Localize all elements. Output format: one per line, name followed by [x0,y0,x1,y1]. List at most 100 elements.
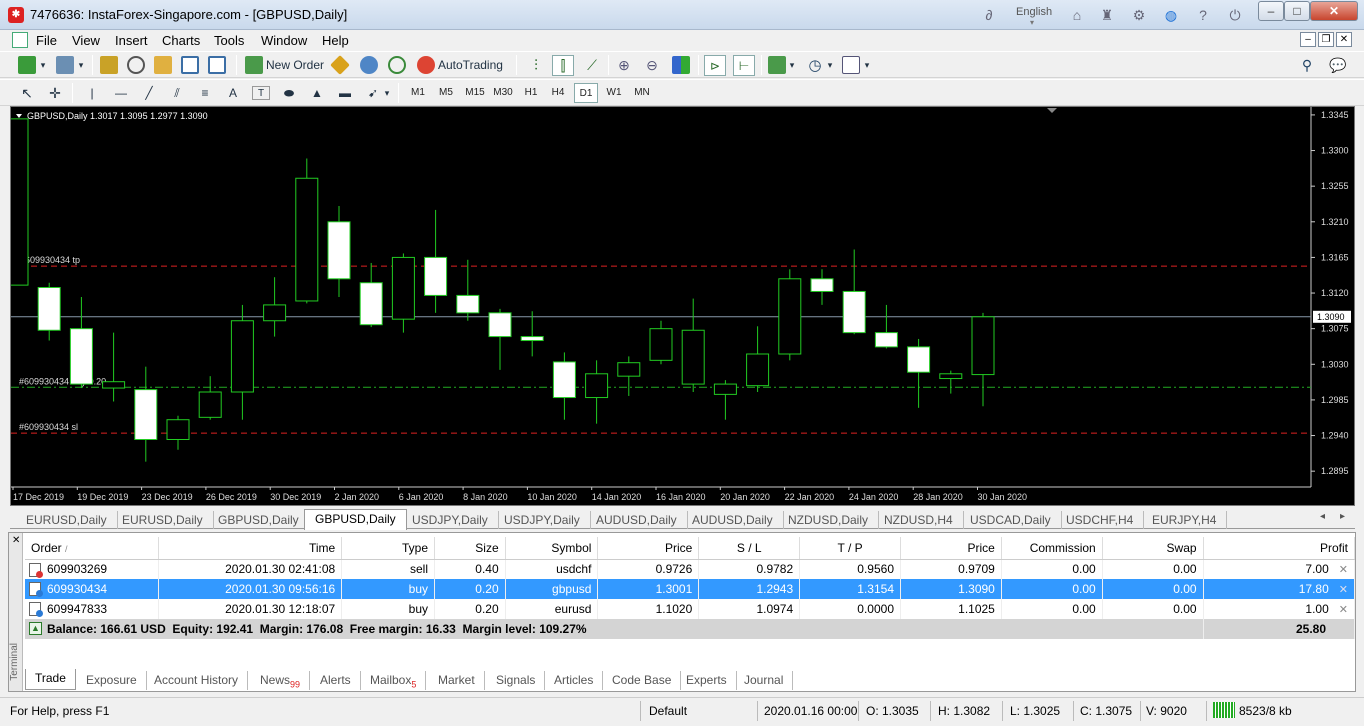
candlestick-chart-icon[interactable]: ⫿ [552,55,574,76]
column-header[interactable]: T / P [799,537,901,560]
tile-windows-icon[interactable] [672,56,690,74]
chart-tab[interactable]: USDCAD,Daily [960,511,1062,529]
window-close-button[interactable]: ✕ [1310,1,1358,21]
tab-scroll-right-icon[interactable]: ▸ [1340,511,1345,522]
column-header[interactable]: Order / [25,537,159,560]
autotrading-button[interactable]: AutoTrading [438,55,510,76]
timeframe-h1[interactable]: H1 [519,83,543,103]
terminal-tab[interactable]: Exposure [77,671,147,690]
metaeditor-icon[interactable] [330,55,350,75]
timeframe-m15[interactable]: M15 [462,83,488,103]
mdi-close-button[interactable]: ✕ [1336,32,1352,47]
terminal-tab[interactable]: Market [429,671,485,690]
community-icon[interactable] [360,56,378,74]
menu-tools[interactable]: Tools [214,33,244,48]
help-icon[interactable]: ? [1194,6,1212,24]
equidistant-channel-icon[interactable]: ⫽ [168,83,186,104]
timeframe-m1[interactable]: M1 [406,83,430,103]
language-selector[interactable]: English [1016,6,1052,18]
chart-window-icon[interactable] [12,32,28,48]
column-header[interactable]: Size [434,537,506,560]
chart-tab[interactable]: AUDUSD,Daily [586,511,688,529]
data-window-icon[interactable] [154,56,172,74]
menu-file[interactable]: File [36,33,57,48]
triangle-icon[interactable]: ▲ [308,83,326,104]
close-order-icon[interactable]: ✕ [1339,584,1348,596]
hat-icon[interactable]: ⌂ [1068,6,1086,24]
chart-tab[interactable]: USDJPY,Daily [494,511,591,529]
timeframe-m30[interactable]: M30 [490,83,516,103]
signals-icon[interactable] [388,56,406,74]
chart-tab[interactable]: AUDUSD,Daily [682,511,784,529]
new-chart-icon[interactable] [18,56,36,74]
language-dropdown-icon[interactable]: ▾ [1030,18,1034,27]
column-header[interactable]: Price [597,537,700,560]
rectangle-icon[interactable]: ▬ [336,83,354,104]
terminal-tab[interactable]: Articles [545,671,604,690]
order-row[interactable]: 609903269 2020.01.30 02:41:08 sell 0.40 usdc… [25,559,1356,579]
ellipse-icon[interactable]: ⬬ [280,83,298,104]
vertical-line-icon[interactable]: | [84,83,100,104]
trophy-icon[interactable]: ♜ [1098,6,1116,24]
line-chart-icon[interactable]: ⟋ [582,55,602,76]
settings-gear-icon[interactable]: ⚙ [1130,6,1148,24]
cursor-icon[interactable]: ↖ [18,83,36,104]
terminal-tab[interactable]: Mailbox5 [361,671,427,690]
chart-tab[interactable]: EURUSD,Daily [112,511,214,529]
new-order-button[interactable]: New Order [266,55,326,76]
timeframe-h4[interactable]: H4 [546,83,570,103]
zoom-out-icon[interactable]: ⊖ [642,55,662,76]
chart-tab[interactable]: USDJPY,Daily [402,511,499,529]
indicators-dropdown-icon[interactable]: ▾ [787,55,797,76]
terminal-tab[interactable]: Experts [677,671,737,690]
menu-charts[interactable]: Charts [162,33,200,48]
indicators-icon[interactable] [768,56,786,74]
terminal-close-icon[interactable]: ✕ [12,535,20,546]
arrows-icon[interactable]: ➹ [364,83,382,104]
fibonacci-icon[interactable]: ≡ [196,83,214,104]
chat-icon[interactable]: 💬 [1326,55,1350,76]
close-order-icon[interactable]: ✕ [1339,604,1348,616]
search-icon[interactable]: ⚲ [1297,55,1317,76]
terminal-tab[interactable]: Alerts [311,671,361,690]
tab-scroll-left-icon[interactable]: ◂ [1320,511,1325,522]
periods-clock-icon[interactable]: ◷ [805,55,825,76]
chart-shift-icon[interactable]: ⊢ [733,55,755,76]
autoscroll-icon[interactable]: ⊳ [704,55,726,76]
profiles-icon[interactable] [56,56,74,74]
timeframe-d1[interactable]: D1 [574,83,598,103]
candlestick-chart-svg[interactable]: 1.3345 1.3300 1.3255 1.3210 1.3165 1.3120 1.30… [11,107,1356,507]
timeframe-m5[interactable]: M5 [434,83,458,103]
profiles-dropdown-icon[interactable]: ▾ [76,55,86,76]
order-row[interactable]: 609947833 2020.01.30 12:18:07 buy 0.20 eurus… [25,599,1356,619]
column-header[interactable]: Swap [1102,537,1204,560]
navigator-icon[interactable] [127,56,145,74]
chart-tab[interactable]: USDCHF,H4 [1056,511,1145,529]
zoom-in-icon[interactable]: ⊕ [614,55,634,76]
templates-icon[interactable] [842,56,860,74]
terminal-tab[interactable]: Journal [735,671,794,690]
strategy-tester-icon[interactable] [208,56,226,74]
arrows-dropdown-icon[interactable]: ▾ [382,83,392,104]
chart-tab[interactable]: NZDUSD,Daily [778,511,880,529]
order-row[interactable]: 609930434 2020.01.30 09:56:16 buy 0.20 gbpus… [25,579,1356,599]
terminal-tab[interactable]: Trade [25,669,76,690]
terminal-tab[interactable]: Account History [145,671,249,690]
mdi-restore-button[interactable]: ❐ [1318,32,1334,47]
mdi-minimize-button[interactable]: – [1300,32,1316,47]
column-header[interactable]: Commission [1001,537,1103,560]
menu-insert[interactable]: Insert [115,33,148,48]
text-tool-icon[interactable]: A [224,83,242,104]
terminal-tab[interactable]: Code Base [603,671,682,690]
menu-help[interactable]: Help [322,33,349,48]
window-minimize-button[interactable]: – [1258,1,1284,21]
timeframe-w1[interactable]: W1 [602,83,626,103]
trendline-icon[interactable]: ╱ [140,83,158,104]
column-header[interactable]: Symbol [505,537,599,560]
chart-tab[interactable]: EURJPY,H4 [1142,511,1228,529]
terminal-tab[interactable]: News99 [251,671,311,690]
menu-view[interactable]: View [72,33,100,48]
periods-dropdown-icon[interactable]: ▾ [825,55,835,76]
market-watch-icon[interactable] [100,56,118,74]
templates-dropdown-icon[interactable]: ▾ [862,55,872,76]
